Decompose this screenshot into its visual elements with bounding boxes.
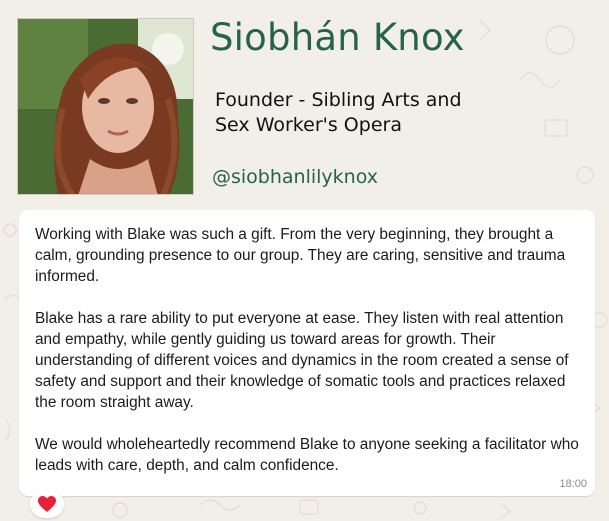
contact-role-line-1: Founder - Sibling Arts and <box>215 89 462 111</box>
contact-header: Siobhán Knox Founder - Sibling Arts and … <box>0 0 609 205</box>
contact-role: Founder - Sibling Arts and Sex Worker's … <box>215 88 545 138</box>
contact-name: Siobhán Knox <box>210 16 465 59</box>
message-timestamp: 18:00 <box>559 478 587 490</box>
message-bubble[interactable]: Working with Blake was such a gift. From… <box>19 210 595 496</box>
message-paragraph-1: Working with Blake was such a gift. From… <box>35 226 566 285</box>
red-heart-icon <box>38 496 56 512</box>
message-paragraph-3: We would wholeheartedly recommend Blake … <box>35 436 579 474</box>
contact-role-line-2: Sex Worker's Opera <box>215 114 402 136</box>
avatar[interactable] <box>17 18 194 195</box>
message-paragraph-2: Blake has a rare ability to put everyone… <box>35 310 569 411</box>
profile-photo <box>18 19 193 194</box>
contact-handle[interactable]: @siobhanlilyknox <box>212 166 378 188</box>
reaction-badge[interactable] <box>30 490 64 518</box>
